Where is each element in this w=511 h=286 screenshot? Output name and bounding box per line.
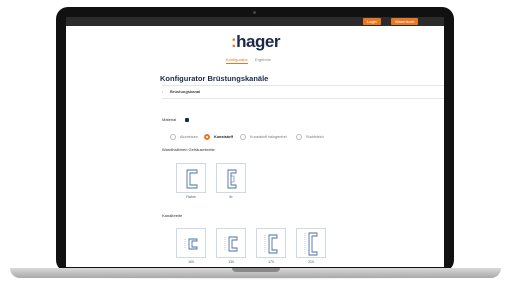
- size-card-170[interactable]: [256, 228, 286, 258]
- login-button[interactable]: Login: [363, 18, 381, 25]
- radio-stahlblech[interactable]: Stahlblech: [296, 134, 324, 140]
- radio-kunststoff[interactable]: Kunststoff: [204, 134, 233, 140]
- style-card-label: Rahm: [186, 195, 196, 199]
- channel-profile-icon: [184, 238, 198, 250]
- channel-profile-icon: [264, 234, 278, 254]
- breadcrumb[interactable]: Brüstungskanal: [170, 89, 200, 94]
- size-card-100[interactable]: [176, 228, 206, 258]
- size-section-label: Kanalbreite: [162, 213, 183, 218]
- tab-bar: Konfigurator Ergebnis: [226, 57, 277, 62]
- channel-profile-icon: [224, 236, 238, 252]
- radio-label: Kunststoff halogenfrei: [250, 135, 287, 139]
- camera-icon: [253, 11, 256, 14]
- cart-button[interactable]: Warenkorb: [391, 18, 419, 25]
- size-card-130[interactable]: [216, 228, 246, 258]
- brand-logo-text: hager: [236, 32, 280, 51]
- screen: Login Warenkorb :hager Konfigurator Erge…: [66, 17, 444, 267]
- page-title: Konfigurator Brüstungskanäle: [160, 74, 269, 83]
- radio-label: Aluminium: [180, 135, 198, 139]
- radio-aluminium[interactable]: Aluminium: [170, 134, 198, 140]
- info-icon[interactable]: [185, 118, 189, 122]
- size-card-210[interactable]: [296, 228, 326, 258]
- top-bar: Login Warenkorb: [66, 17, 444, 26]
- radio-dot: [240, 134, 246, 140]
- channel-profile-icon: [227, 169, 237, 189]
- tab-ergebnis[interactable]: Ergebnis: [255, 57, 271, 62]
- size-card-label: 100: [188, 260, 194, 264]
- radio-dot: [170, 134, 176, 140]
- channel-profile-icon: [304, 232, 318, 256]
- radio-label: Kunststoff: [214, 135, 233, 139]
- material-radio-group: Aluminium Kunststoff Kunststoff halogenf…: [170, 134, 400, 142]
- size-card-label: 170: [268, 260, 274, 264]
- radio-kunststoff-halogenfrei[interactable]: Kunststoff halogenfrei: [240, 134, 287, 140]
- channel-profile-icon: [186, 169, 198, 189]
- size-card-label: 210: [308, 260, 314, 264]
- divider: [162, 98, 444, 99]
- brand-logo[interactable]: :hager: [231, 32, 280, 52]
- radio-dot: [296, 134, 302, 140]
- laptop-notch: [232, 268, 280, 272]
- tab-konfigurator[interactable]: Konfigurator: [226, 57, 248, 62]
- active-tab-indicator: [226, 63, 248, 64]
- style-card-rahm[interactable]: [176, 163, 206, 193]
- style-card-tb[interactable]: [216, 163, 246, 193]
- radio-label: Stahlblech: [306, 135, 324, 139]
- material-label: Material: [162, 117, 177, 122]
- radio-dot: [204, 134, 210, 140]
- size-card-label: 130: [228, 260, 234, 264]
- login-label: Login: [367, 19, 377, 24]
- chevron-right-icon: ›: [162, 89, 164, 94]
- divider: [162, 85, 444, 86]
- style-section-label: Wandhalbinen Gehäusebreite: [162, 147, 215, 152]
- style-card-label: tb: [229, 195, 233, 199]
- cart-label: Warenkorb: [395, 19, 415, 24]
